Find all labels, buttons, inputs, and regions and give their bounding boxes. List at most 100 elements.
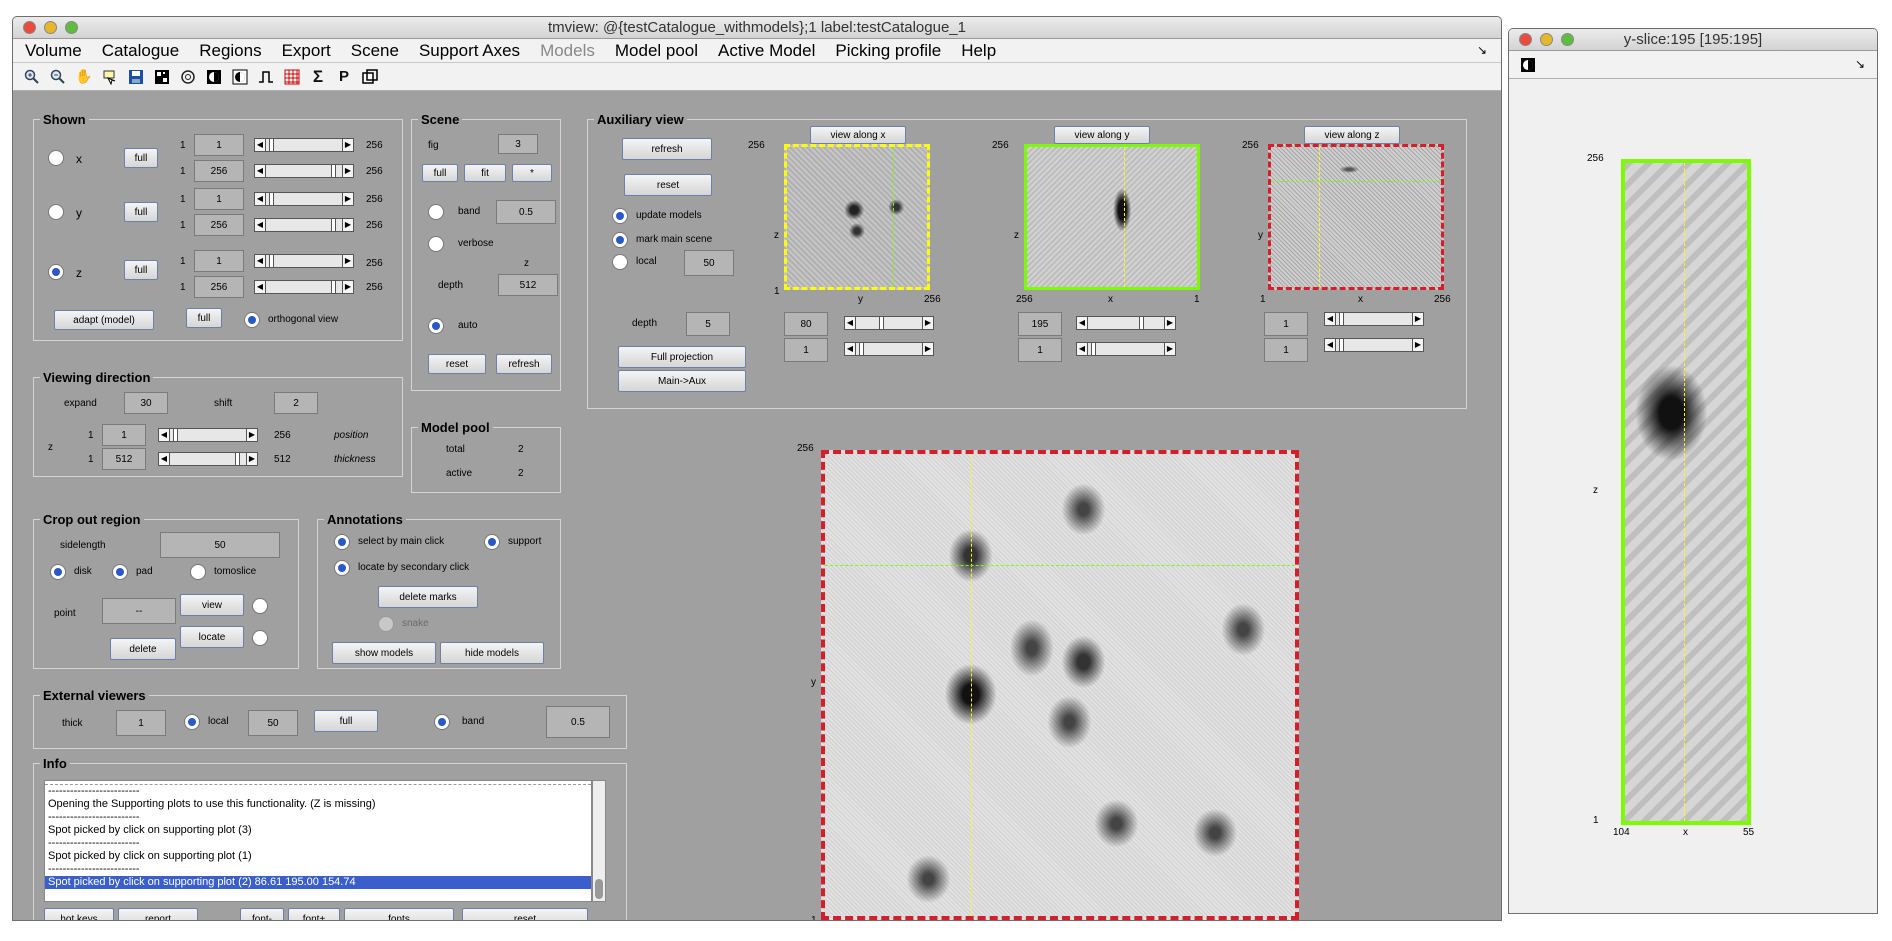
view-x-slice-field[interactable]: 80: [784, 312, 828, 336]
view-z-slice-slider[interactable]: ◀ ▶: [1324, 312, 1424, 326]
thickness-field[interactable]: 512: [102, 448, 146, 470]
shown-z-to-field[interactable]: 256: [194, 276, 244, 298]
shown-y-from-field[interactable]: 1: [194, 188, 244, 210]
zoom-in-icon[interactable]: [23, 68, 41, 86]
shown-x-from-field[interactable]: 1: [194, 134, 244, 156]
pan-hand-icon[interactable]: ✋: [75, 68, 93, 86]
update-models-radio[interactable]: [612, 208, 628, 224]
view-x-thick-field[interactable]: 1: [784, 338, 828, 362]
red-grid-icon[interactable]: [283, 68, 301, 86]
menu-support-axes[interactable]: Support Axes: [419, 41, 520, 61]
menu-export[interactable]: Export: [282, 41, 331, 61]
locate-secondary-click-radio[interactable]: [334, 560, 350, 576]
delete-marks-button[interactable]: delete marks: [378, 586, 478, 608]
shown-x-from-slider[interactable]: ◀ ▶: [254, 138, 354, 152]
rotate-icon[interactable]: [179, 68, 197, 86]
select-main-click-radio[interactable]: [334, 534, 350, 550]
external-full-button[interactable]: full: [314, 710, 378, 732]
hide-models-button[interactable]: hide models: [440, 642, 544, 664]
shown-full-button[interactable]: full: [186, 308, 222, 328]
fig-field[interactable]: 3: [498, 134, 538, 154]
zoom-window-button[interactable]: [65, 21, 78, 34]
band-field[interactable]: 0.5: [496, 200, 556, 224]
crop-view-radio[interactable]: [252, 598, 268, 614]
info-scrollbar[interactable]: [592, 780, 606, 902]
adapt-model-button[interactable]: adapt (model): [54, 310, 154, 330]
band-radio[interactable]: [428, 204, 444, 220]
shown-z-radio[interactable]: [48, 264, 64, 280]
view-y-slice-slider[interactable]: ◀ ▶: [1076, 316, 1176, 330]
grid-pattern-icon[interactable]: [153, 68, 171, 86]
font-plus-button[interactable]: font+: [288, 908, 340, 920]
thickness-slider[interactable]: ◀ ▶: [158, 452, 258, 466]
shift-field[interactable]: 2: [274, 392, 318, 414]
scene-star-button[interactable]: *: [512, 164, 552, 182]
shown-z-full-button[interactable]: full: [124, 260, 158, 280]
verbose-radio[interactable]: [428, 236, 444, 252]
scene-full-button[interactable]: full: [422, 164, 458, 182]
shown-z-to-slider[interactable]: ◀ ▶: [254, 280, 354, 294]
full-projection-button[interactable]: Full projection: [618, 346, 746, 368]
hot-keys-button[interactable]: hot keys: [44, 908, 114, 920]
main-tomogram-view[interactable]: [821, 450, 1299, 920]
scene-refresh-button[interactable]: refresh: [496, 354, 552, 374]
contrast-invert-icon[interactable]: [231, 68, 249, 86]
crop-view-button[interactable]: view: [180, 594, 244, 616]
position-slider[interactable]: ◀ ▶: [158, 428, 258, 442]
flag-icon[interactable]: P: [335, 68, 353, 86]
shown-y-radio[interactable]: [48, 204, 64, 220]
view-z-thick-field[interactable]: 1: [1264, 338, 1308, 362]
view-z-slice-field[interactable]: 1: [1264, 312, 1308, 336]
minimize-window-button[interactable]: [44, 21, 57, 34]
data-cursor-icon[interactable]: [101, 68, 119, 86]
view-along-y-button[interactable]: view along y: [1054, 126, 1150, 144]
menu-help[interactable]: Help: [961, 41, 996, 61]
view-z-thick-slider[interactable]: ◀ ▶: [1324, 338, 1424, 352]
shown-x-to-slider[interactable]: ◀ ▶: [254, 164, 354, 178]
aux-local-field[interactable]: 50: [684, 250, 734, 276]
menu-volume[interactable]: Volume: [25, 41, 82, 61]
scene-fit-button[interactable]: fit: [464, 164, 506, 182]
external-local-radio[interactable]: [184, 714, 200, 730]
y-slice-minimize-button[interactable]: [1540, 33, 1553, 46]
shown-y-to-slider[interactable]: ◀ ▶: [254, 218, 354, 232]
expand-field[interactable]: 30: [124, 392, 168, 414]
shown-z-from-field[interactable]: 1: [194, 250, 244, 272]
tomoslice-radio[interactable]: [190, 564, 206, 580]
view-along-x-button[interactable]: view along x: [810, 126, 906, 144]
overlay-icon[interactable]: [361, 68, 379, 86]
view-x-image[interactable]: [784, 144, 930, 290]
show-models-button[interactable]: show models: [332, 642, 436, 664]
close-window-button[interactable]: [23, 21, 36, 34]
pad-radio[interactable]: [112, 564, 128, 580]
aux-depth-field[interactable]: 5: [686, 312, 730, 336]
view-z-image[interactable]: [1268, 144, 1444, 290]
external-thick-field[interactable]: 1: [116, 710, 166, 736]
fonts-button[interactable]: fonts: [344, 908, 454, 920]
info-reset-button[interactable]: reset: [462, 908, 588, 920]
menu-picking-profile[interactable]: Picking profile: [835, 41, 941, 61]
external-band-field[interactable]: 0.5: [546, 706, 610, 738]
shown-y-to-field[interactable]: 256: [194, 214, 244, 236]
scene-reset-button[interactable]: reset: [428, 354, 486, 374]
aux-refresh-button[interactable]: refresh: [622, 138, 712, 160]
info-scrollbar-thumb[interactable]: [595, 879, 603, 899]
y-slice-image[interactable]: [1621, 159, 1751, 825]
save-icon[interactable]: [127, 68, 145, 86]
main-aux-button[interactable]: Main->Aux: [618, 370, 746, 392]
external-band-radio[interactable]: [434, 714, 450, 730]
depth-field[interactable]: 512: [498, 274, 558, 296]
menu-scene[interactable]: Scene: [351, 41, 399, 61]
auto-radio[interactable]: [428, 318, 444, 334]
crop-locate-button[interactable]: locate: [180, 626, 244, 648]
shown-x-full-button[interactable]: full: [124, 148, 158, 168]
menu-catalogue[interactable]: Catalogue: [102, 41, 180, 61]
info-log[interactable]: ------------------------- Opening the Su…: [44, 780, 592, 902]
mark-main-scene-radio[interactable]: [612, 232, 628, 248]
menu-model-pool[interactable]: Model pool: [615, 41, 698, 61]
point-field[interactable]: --: [102, 598, 176, 624]
shown-x-to-field[interactable]: 256: [194, 160, 244, 182]
report-button[interactable]: report: [118, 908, 198, 920]
external-local-field[interactable]: 50: [248, 710, 298, 736]
view-along-z-button[interactable]: view along z: [1304, 126, 1400, 144]
